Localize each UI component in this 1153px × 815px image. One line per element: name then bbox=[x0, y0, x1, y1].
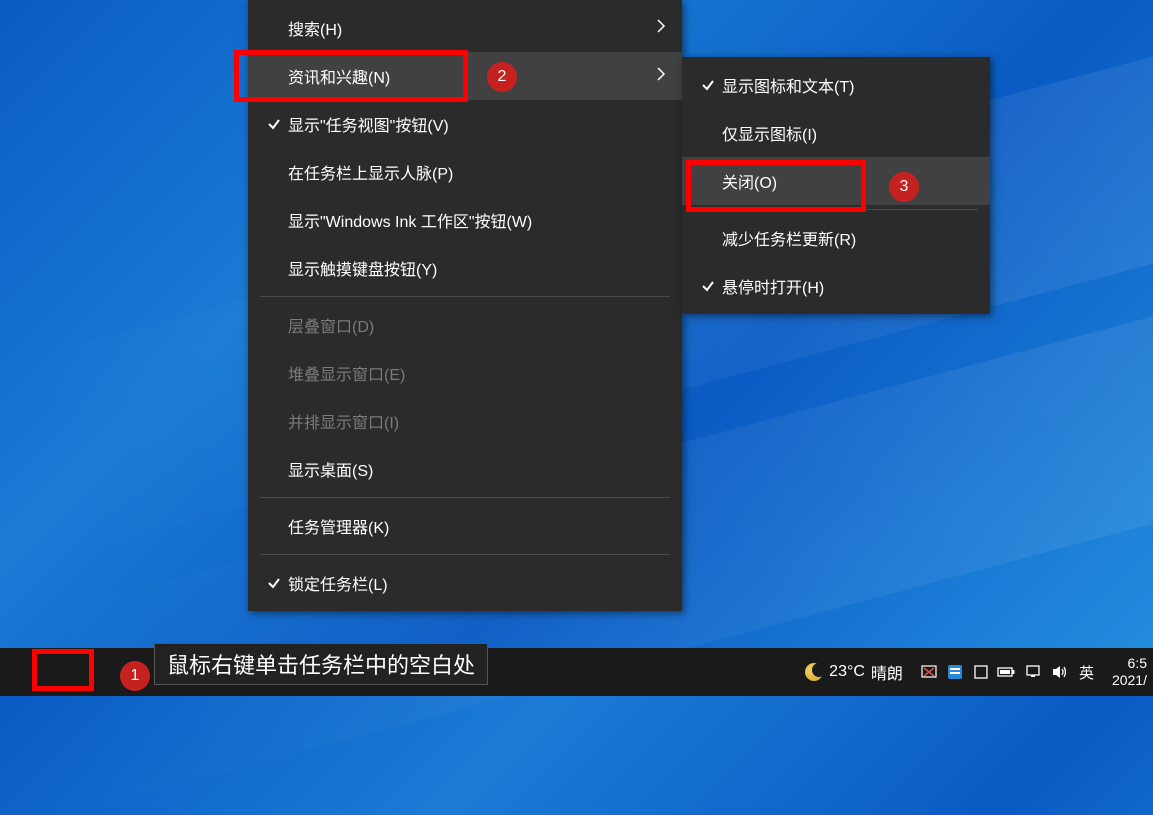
check-icon bbox=[260, 117, 288, 131]
menu-item-task-manager[interactable]: 任务管理器(K) bbox=[248, 502, 682, 550]
moon-icon bbox=[805, 663, 823, 681]
check-icon bbox=[260, 576, 288, 590]
network-icon[interactable] bbox=[1023, 662, 1043, 682]
menu-label: 悬停时打开(H) bbox=[722, 274, 974, 298]
menu-separator bbox=[260, 497, 670, 498]
submenu-item-hover-open[interactable]: 悬停时打开(H) bbox=[682, 262, 990, 310]
menu-item-task-view[interactable]: 显示"任务视图"按钮(V) bbox=[248, 100, 682, 148]
check-icon bbox=[694, 78, 722, 92]
step-badge-1: 1 bbox=[120, 661, 150, 691]
clock-date: 2021/ bbox=[1112, 672, 1147, 689]
battery-icon[interactable] bbox=[997, 662, 1017, 682]
menu-label: 并排显示窗口(I) bbox=[288, 409, 666, 433]
menu-label: 显示"任务视图"按钮(V) bbox=[288, 112, 666, 136]
annotation-box-1 bbox=[32, 649, 94, 691]
volume-icon[interactable] bbox=[1049, 662, 1069, 682]
app-tray-icon[interactable] bbox=[945, 662, 965, 682]
submenu-item-reduce-updates[interactable]: 减少任务栏更新(R) bbox=[682, 214, 990, 262]
menu-label: 显示桌面(S) bbox=[288, 457, 666, 481]
menu-separator bbox=[260, 554, 670, 555]
menu-item-sidebyside: 并排显示窗口(I) bbox=[248, 397, 682, 445]
menu-label: 显示触摸键盘按钮(Y) bbox=[288, 256, 666, 280]
menu-item-ink-workspace[interactable]: 显示"Windows Ink 工作区"按钮(W) bbox=[248, 196, 682, 244]
ime-indicator[interactable]: 英 bbox=[1075, 662, 1098, 682]
clock[interactable]: 6:5 2021/ bbox=[1104, 655, 1149, 689]
step-badge-3: 3 bbox=[889, 172, 919, 202]
chevron-right-icon bbox=[646, 18, 666, 39]
menu-label: 锁定任务栏(L) bbox=[288, 571, 666, 595]
menu-label: 搜索(H) bbox=[288, 16, 646, 40]
menu-item-cascade: 层叠窗口(D) bbox=[248, 301, 682, 349]
menu-label: 显示"Windows Ink 工作区"按钮(W) bbox=[288, 208, 666, 232]
annotation-box-2 bbox=[234, 50, 468, 102]
submenu-item-icon-text[interactable]: 显示图标和文本(T) bbox=[682, 61, 990, 109]
menu-item-stacked: 堆叠显示窗口(E) bbox=[248, 349, 682, 397]
menu-label: 显示图标和文本(T) bbox=[722, 73, 974, 97]
menu-label: 任务管理器(K) bbox=[288, 514, 666, 538]
menu-label: 在任务栏上显示人脉(P) bbox=[288, 160, 666, 184]
menu-label: 减少任务栏更新(R) bbox=[722, 226, 974, 250]
menu-label: 堆叠显示窗口(E) bbox=[288, 361, 666, 385]
menu-item-show-desktop[interactable]: 显示桌面(S) bbox=[248, 445, 682, 493]
menu-separator bbox=[260, 296, 670, 297]
submenu-item-icon-only[interactable]: 仅显示图标(I) bbox=[682, 109, 990, 157]
menu-item-search[interactable]: 搜索(H) bbox=[248, 4, 682, 52]
menu-label: 仅显示图标(I) bbox=[722, 121, 974, 145]
menu-item-touch-keyboard[interactable]: 显示触摸键盘按钮(Y) bbox=[248, 244, 682, 292]
weather-cond: 晴朗 bbox=[871, 660, 903, 684]
tray-overflow-icon[interactable] bbox=[971, 662, 991, 682]
check-icon bbox=[694, 279, 722, 293]
weather-temp: 23°C bbox=[829, 663, 865, 681]
security-icon[interactable] bbox=[919, 662, 939, 682]
annotation-box-3 bbox=[686, 160, 866, 212]
menu-item-lock-taskbar[interactable]: 锁定任务栏(L) bbox=[248, 559, 682, 607]
clock-time: 6:5 bbox=[1112, 655, 1147, 672]
instruction-tooltip: 鼠标右键单击任务栏中的空白处 bbox=[154, 643, 488, 685]
menu-label: 层叠窗口(D) bbox=[288, 313, 666, 337]
weather-widget[interactable]: 23°C 晴朗 bbox=[795, 660, 913, 684]
menu-item-people[interactable]: 在任务栏上显示人脉(P) bbox=[248, 148, 682, 196]
chevron-right-icon bbox=[646, 66, 666, 87]
step-badge-2: 2 bbox=[487, 62, 517, 92]
